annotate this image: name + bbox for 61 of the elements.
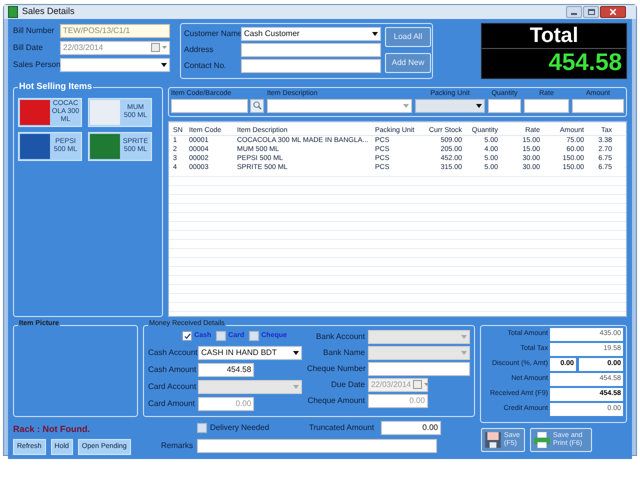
field-label: Card Account xyxy=(148,380,198,392)
minimize-button[interactable] xyxy=(566,6,582,18)
field-label: Cheque Amount xyxy=(306,394,365,406)
text-field[interactable] xyxy=(241,42,381,56)
number-field[interactable]: 454.58 xyxy=(198,362,254,376)
checkbox-label: Delivery Needed xyxy=(210,422,270,434)
field-label: Cheque Number xyxy=(306,362,365,374)
field-label: Due Date xyxy=(330,378,365,390)
total-value: 454.58 xyxy=(548,48,623,76)
dropdown-field[interactable]: CASH IN HAND BDT xyxy=(198,346,302,360)
caret-icon xyxy=(293,384,300,388)
caret-icon xyxy=(403,104,409,108)
caret-icon xyxy=(293,350,300,354)
field-label: Card Amount xyxy=(148,398,196,410)
text-field[interactable] xyxy=(197,438,437,452)
window-title: Sales Details xyxy=(22,5,76,18)
close-icon xyxy=(610,8,616,15)
text-field[interactable] xyxy=(368,362,470,376)
number-field[interactable]: 0.00 xyxy=(381,420,441,434)
field-label: Sales Person xyxy=(13,58,60,70)
app-icon xyxy=(8,6,18,18)
field-label: Address xyxy=(184,44,214,56)
field-label: Customer Name xyxy=(184,28,241,40)
group-title: Hot Selling Items xyxy=(18,82,94,90)
combo-field[interactable] xyxy=(267,98,412,112)
minimize-icon xyxy=(571,12,577,15)
dropdown-field[interactable] xyxy=(60,58,170,72)
field-label: Cash Amount xyxy=(148,364,198,376)
checkbox[interactable] xyxy=(249,331,260,341)
text-field[interactable] xyxy=(488,98,521,112)
field-label: Bank Account xyxy=(315,330,365,342)
field-label: Bill Number xyxy=(13,24,56,36)
text-field[interactable] xyxy=(241,58,381,72)
printer-icon xyxy=(533,430,551,448)
text-field[interactable] xyxy=(572,98,624,112)
caret-icon xyxy=(372,32,378,36)
dropdown-field[interactable]: Cash Customer xyxy=(241,26,381,40)
caret-icon xyxy=(460,350,467,354)
field-label: Truncated Amount xyxy=(309,422,376,434)
caret-icon xyxy=(460,334,467,338)
rack-status: Rack : Not Found. xyxy=(13,422,91,436)
dropdown-field[interactable] xyxy=(415,98,485,112)
caret-icon xyxy=(476,104,482,108)
text-field[interactable] xyxy=(171,98,248,112)
checkbox[interactable] xyxy=(216,331,226,341)
checkbox[interactable] xyxy=(197,422,207,432)
search-button[interactable] xyxy=(250,98,264,112)
calendar-icon[interactable] xyxy=(151,43,167,52)
search-icon xyxy=(252,101,262,110)
text-field[interactable] xyxy=(524,98,569,112)
field-label: Bill Date xyxy=(13,42,44,54)
field-label: Contact No. xyxy=(184,60,228,72)
close-button[interactable] xyxy=(600,6,626,18)
field-label: Cash Account xyxy=(148,346,198,358)
field-label: Bank Name xyxy=(322,346,365,358)
checkbox[interactable] xyxy=(182,331,192,341)
caret-icon xyxy=(161,62,167,66)
maximize-icon xyxy=(588,8,594,15)
maximize-button[interactable] xyxy=(583,6,599,18)
field-label: Remarks xyxy=(160,440,193,452)
total-label: Total xyxy=(482,24,626,48)
